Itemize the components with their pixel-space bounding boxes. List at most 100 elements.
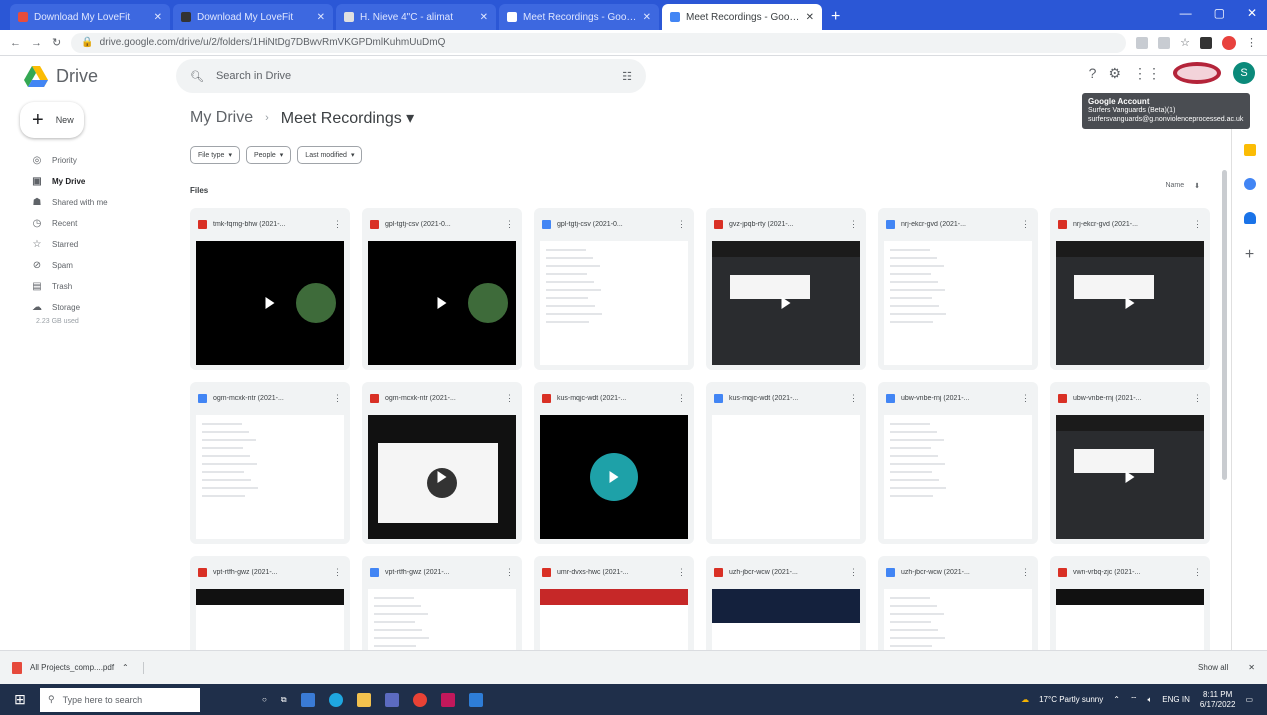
task-view-icon[interactable]: ⧉ [281, 695, 287, 705]
file-card[interactable]: kus-mqjc-wdt (2021-... ⋮ [534, 382, 694, 544]
more-options-icon[interactable]: ⋮ [505, 393, 514, 404]
file-card[interactable]: ogm-mcxk-ntr (2021-... ⋮ [362, 382, 522, 544]
extension-icon[interactable] [1200, 36, 1212, 49]
chrome-icon[interactable] [412, 692, 427, 707]
app-icon[interactable] [440, 692, 455, 707]
more-options-icon[interactable]: ⋮ [505, 567, 514, 578]
account-avatar[interactable]: S [1233, 62, 1255, 84]
file-explorer-icon[interactable] [356, 692, 371, 707]
filter-people[interactable]: People ▾ [245, 146, 292, 164]
tasks-icon[interactable] [1243, 178, 1256, 190]
windows-start-icon[interactable]: ⊞ [0, 691, 40, 708]
file-card[interactable]: tmk-fqmg-bhw (2021-... ⋮ [190, 208, 350, 370]
close-tab-icon[interactable]: ✕ [806, 12, 814, 23]
more-options-icon[interactable]: ⋮ [1193, 393, 1202, 404]
edge-icon[interactable] [328, 692, 343, 707]
file-card[interactable]: uzh-jbcr-wcw (2021-... ⋮ [878, 556, 1038, 650]
scrollbar[interactable] [1222, 170, 1227, 480]
apps-grid-icon[interactable]: ⋮⋮ [1133, 65, 1161, 82]
file-card[interactable]: nrj-ekcr-gvd (2021-... ⋮ [1050, 208, 1210, 370]
more-options-icon[interactable]: ⋮ [849, 219, 858, 230]
address-bar[interactable]: 🔒 drive.google.com/drive/u/2/folders/1Hi… [71, 32, 1127, 53]
close-tab-icon[interactable]: ✕ [480, 12, 488, 23]
browser-tab[interactable]: Download My LoveFit ✕ [10, 4, 170, 30]
sidebar-item-storage[interactable]: ☁ Storage [0, 297, 176, 318]
network-icon[interactable]: ⌔ [1130, 695, 1138, 705]
sidebar-item-priority[interactable]: ◎ Priority [0, 150, 176, 171]
search-bar[interactable]: 🔍︎ Search in Drive ☷ [176, 59, 646, 93]
more-options-icon[interactable]: ⋮ [333, 393, 342, 404]
browser-menu-icon[interactable]: ⋮ [1246, 36, 1257, 49]
show-all-button[interactable]: Show all [1198, 663, 1228, 672]
file-card[interactable]: gpl-tgtj-csv (2021-0... ⋮ [362, 208, 522, 370]
more-options-icon[interactable]: ⋮ [333, 219, 342, 230]
more-options-icon[interactable]: ⋮ [849, 567, 858, 578]
file-card[interactable]: uzh-jbcr-wcw (2021-... ⋮ [706, 556, 866, 650]
drive-logo[interactable]: Drive [24, 65, 174, 87]
profile-avatar[interactable] [1222, 35, 1236, 50]
taskbar-search[interactable]: ⚲ Type here to search [40, 687, 200, 712]
file-card[interactable]: ubw-vnbe-rnj (2021-... ⋮ [1050, 382, 1210, 544]
more-options-icon[interactable]: ⋮ [1193, 219, 1202, 230]
file-card[interactable]: gpl-tgtj-csv (2021-0... ⋮ [534, 208, 694, 370]
close-tab-icon[interactable]: ✕ [317, 12, 325, 23]
file-card[interactable]: ogm-mcxk-ntr (2021-... ⋮ [190, 382, 350, 544]
search-input[interactable]: Search in Drive [216, 70, 610, 82]
sidebar-item-trash[interactable]: ▤ Trash [0, 276, 176, 297]
new-tab-button[interactable]: + [825, 4, 846, 30]
file-card[interactable]: vpt-rtfh-gwz (2021-... ⋮ [362, 556, 522, 650]
weather-text[interactable]: 17°C Partly sunny [1039, 695, 1103, 704]
taskbar-search-input[interactable]: Type here to search [63, 695, 143, 705]
add-addon-icon[interactable]: + [1232, 246, 1267, 264]
back-icon[interactable]: ← [10, 37, 21, 49]
bookmark-star-icon[interactable]: ☆ [1180, 36, 1190, 49]
close-icon[interactable]: ✕ [1248, 663, 1255, 672]
more-options-icon[interactable]: ⋮ [505, 219, 514, 230]
reload-icon[interactable]: ↻ [52, 36, 61, 49]
contacts-icon[interactable] [1243, 212, 1256, 224]
settings-gear-icon[interactable]: ⚙ [1108, 65, 1121, 82]
sidebar-item-shared[interactable]: ☗ Shared with me [0, 192, 176, 213]
browser-tab-active[interactable]: Meet Recordings - Google Drive ✕ [662, 4, 822, 30]
forward-icon[interactable]: → [31, 37, 42, 49]
search-options-icon[interactable]: ☷ [622, 70, 632, 83]
file-card[interactable]: vpt-rtfh-gwz (2021-... ⋮ [190, 556, 350, 650]
file-card[interactable]: vwn-vrbq-zjc (2021-... ⋮ [1050, 556, 1210, 650]
close-tab-icon[interactable]: ✕ [643, 12, 651, 23]
app-icon[interactable] [468, 692, 483, 707]
more-options-icon[interactable]: ⋮ [677, 219, 686, 230]
more-options-icon[interactable]: ⋮ [1021, 393, 1030, 404]
maximize-button[interactable]: ▢ [1214, 6, 1225, 20]
sidebar-item-starred[interactable]: ☆ Starred [0, 234, 176, 255]
new-button[interactable]: + New [20, 102, 84, 138]
browser-tab[interactable]: Meet Recordings - Google Drive ✕ [499, 4, 659, 30]
chevron-up-icon[interactable]: ⌃ [122, 663, 129, 672]
close-window-button[interactable]: ✕ [1247, 6, 1257, 20]
file-card[interactable]: ubw-vnbe-rnj (2021-... ⋮ [878, 382, 1038, 544]
clock[interactable]: 8:11 PM 6/17/2022 [1200, 690, 1236, 710]
filter-last-modified[interactable]: Last modified ▾ [297, 146, 363, 164]
language-indicator[interactable]: ENG IN [1162, 695, 1190, 704]
close-tab-icon[interactable]: ✕ [154, 12, 162, 23]
extension-icon[interactable] [1136, 36, 1149, 49]
more-options-icon[interactable]: ⋮ [677, 393, 686, 404]
tray-chevron-icon[interactable]: ⌃ [1113, 695, 1120, 704]
more-options-icon[interactable]: ⋮ [677, 567, 686, 578]
app-icon[interactable] [300, 692, 315, 707]
filter-file-type[interactable]: File type ▾ [190, 146, 240, 164]
cortana-icon[interactable]: ○ [262, 695, 267, 704]
minimize-button[interactable]: — [1180, 6, 1192, 20]
sidebar-item-recent[interactable]: ◷ Recent [0, 213, 176, 234]
more-options-icon[interactable]: ⋮ [849, 393, 858, 404]
file-card[interactable]: kus-mqjc-wdt (2021-... ⋮ [706, 382, 866, 544]
volume-icon[interactable]: 🔈︎ [1147, 695, 1152, 705]
sidebar-item-spam[interactable]: ⊘ Spam [0, 255, 176, 276]
file-card[interactable]: umr-dvxs-hwc (2021-... ⋮ [534, 556, 694, 650]
sort-control[interactable]: Name ⬇ [1165, 182, 1200, 190]
sidebar-item-my-drive[interactable]: ▣ My Drive [0, 171, 176, 192]
browser-tab[interactable]: H. Nieve 4"C - alimat ✕ [336, 4, 496, 30]
download-item[interactable]: All Projects_comp....pdf ⌃ [12, 661, 144, 674]
file-card[interactable]: nrj-ekcr-gvd (2021-... ⋮ [878, 208, 1038, 370]
notifications-icon[interactable]: ▭ [1245, 695, 1253, 704]
more-options-icon[interactable]: ⋮ [333, 567, 342, 578]
